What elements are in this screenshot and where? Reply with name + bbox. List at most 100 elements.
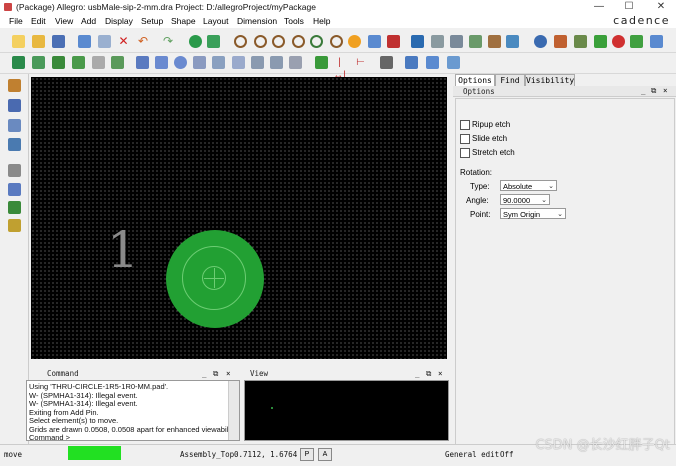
frect-icon[interactable] xyxy=(193,56,206,69)
zoom-previous-icon[interactable] xyxy=(330,35,343,48)
panel-restore-icon[interactable]: ⧉ xyxy=(651,86,656,96)
zoom-icon[interactable] xyxy=(234,35,247,48)
void-rect-icon[interactable] xyxy=(289,56,302,69)
minimize-button[interactable]: — xyxy=(588,0,610,14)
report-icon[interactable] xyxy=(574,35,587,48)
measure-icon[interactable] xyxy=(554,35,567,48)
add-rect-icon[interactable] xyxy=(92,56,105,69)
view-minimize-icon[interactable]: _ xyxy=(415,369,420,378)
dimension-icon[interactable]: |↔| xyxy=(333,56,346,81)
stretch-etch-checkbox[interactable] xyxy=(460,148,470,158)
new-file-icon[interactable] xyxy=(12,35,25,48)
copy-icon[interactable] xyxy=(98,35,111,48)
point-select[interactable]: Sym Origin ⌄ xyxy=(500,208,566,219)
shadow-icon[interactable] xyxy=(450,35,463,48)
grid-icon[interactable] xyxy=(411,35,424,48)
align-icon[interactable] xyxy=(405,56,418,69)
view-close-icon[interactable]: × xyxy=(438,369,443,378)
zoom-world-icon[interactable] xyxy=(292,35,305,48)
void-icon[interactable] xyxy=(251,56,264,69)
edit-text-icon[interactable] xyxy=(8,219,21,232)
command-minimize-icon[interactable]: _ xyxy=(202,369,207,378)
place-icon[interactable] xyxy=(12,56,25,69)
menu-view[interactable]: View xyxy=(55,16,73,26)
menu-layout[interactable]: Layout xyxy=(203,16,229,26)
drc-icon[interactable] xyxy=(594,35,607,48)
design-canvas[interactable]: 1 xyxy=(31,77,447,359)
void-circle-icon[interactable] xyxy=(270,56,283,69)
delete-icon[interactable]: ✕ xyxy=(117,35,130,48)
add-via-icon[interactable] xyxy=(8,201,21,214)
command-scrollbar[interactable] xyxy=(228,381,239,440)
db-icon[interactable] xyxy=(630,35,643,48)
command-restore-icon[interactable]: ⧉ xyxy=(213,369,218,379)
tab-find[interactable]: Find xyxy=(495,74,525,86)
add-text-icon[interactable] xyxy=(72,56,85,69)
zoom-fit-icon[interactable] xyxy=(310,35,323,48)
merge-icon[interactable] xyxy=(315,56,328,69)
route-icon[interactable] xyxy=(8,79,21,92)
circle-icon[interactable] xyxy=(174,56,187,69)
menu-help[interactable]: Help xyxy=(313,16,330,26)
dehighlight-icon[interactable] xyxy=(488,35,501,48)
redraw-icon[interactable] xyxy=(348,35,361,48)
command-prompt[interactable]: Command > xyxy=(29,433,70,440)
tab-options[interactable]: Options xyxy=(455,74,495,86)
add-pin-icon[interactable] xyxy=(32,56,45,69)
3d-view-icon[interactable] xyxy=(368,35,381,48)
slide-icon[interactable] xyxy=(8,119,21,132)
menu-file[interactable]: File xyxy=(9,16,23,26)
redo-icon[interactable]: ↷ xyxy=(163,35,176,48)
zoom-out-icon[interactable] xyxy=(272,35,285,48)
constraint-icon[interactable] xyxy=(506,35,519,48)
pin-icon[interactable] xyxy=(207,35,220,48)
menu-add[interactable]: Add xyxy=(81,16,96,26)
menu-display[interactable]: Display xyxy=(105,16,133,26)
ratsnest-icon[interactable] xyxy=(189,35,202,48)
type-select[interactable]: Absolute ⌄ xyxy=(500,180,557,191)
add-line-vertical-icon[interactable] xyxy=(8,164,21,177)
menu-shape[interactable]: Shape xyxy=(171,16,196,26)
world-view[interactable] xyxy=(244,380,449,441)
undo-icon[interactable]: ↶ xyxy=(138,35,151,48)
layer-icon[interactable] xyxy=(431,35,444,48)
help-icon[interactable] xyxy=(650,35,663,48)
angle-combo[interactable]: 90.0000 ⌄ xyxy=(500,194,550,205)
view-restore-icon[interactable]: ⧉ xyxy=(426,369,431,379)
add-line-icon[interactable] xyxy=(52,56,65,69)
shape-edit-icon[interactable] xyxy=(232,56,245,69)
menu-tools[interactable]: Tools xyxy=(284,16,304,26)
rect-icon[interactable] xyxy=(136,56,149,69)
maximize-button[interactable]: ☐ xyxy=(618,0,640,14)
zoom-in-icon[interactable] xyxy=(254,35,267,48)
stop-icon[interactable] xyxy=(612,35,625,48)
command-close-icon[interactable]: × xyxy=(226,369,231,378)
menu-edit[interactable]: Edit xyxy=(31,16,46,26)
panel-minimize-icon[interactable]: _ xyxy=(641,86,646,95)
dimension-linear-icon[interactable]: ⊢ xyxy=(354,56,367,69)
camera-icon[interactable] xyxy=(380,56,393,69)
tab-visibility[interactable]: Visibility xyxy=(525,74,575,86)
rotate-icon[interactable] xyxy=(447,56,460,69)
panel-close-icon[interactable]: × xyxy=(663,86,668,95)
command-console[interactable]: Using 'THRU-CIRCLE-1R5-1R0-MM.pad'. W- (… xyxy=(26,380,240,441)
absolute-button[interactable]: A xyxy=(318,448,332,461)
swap-icon[interactable] xyxy=(426,56,439,69)
color-icon[interactable] xyxy=(387,35,400,48)
highlight-icon[interactable] xyxy=(469,35,482,48)
menu-setup[interactable]: Setup xyxy=(141,16,163,26)
close-button[interactable]: ✕ xyxy=(650,0,672,14)
connect-icon[interactable] xyxy=(8,99,21,112)
save-icon[interactable] xyxy=(52,35,65,48)
delay-tune-icon[interactable] xyxy=(8,138,21,151)
pick-button[interactable]: P xyxy=(300,448,314,461)
add-shape-icon[interactable] xyxy=(111,56,124,69)
ripup-etch-checkbox[interactable] xyxy=(460,120,470,130)
rect-fill-icon[interactable] xyxy=(155,56,168,69)
polygon-icon[interactable] xyxy=(212,56,225,69)
menu-dimension[interactable]: Dimension xyxy=(237,16,277,26)
info-icon[interactable] xyxy=(534,35,547,48)
open-folder-icon[interactable] xyxy=(32,35,45,48)
add-rectangle-icon[interactable] xyxy=(8,183,21,196)
slide-etch-checkbox[interactable] xyxy=(460,134,470,144)
